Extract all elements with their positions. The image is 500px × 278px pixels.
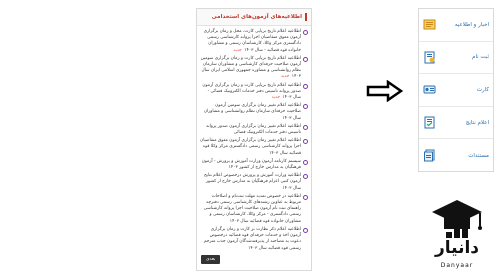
announcement-text[interactable]: سیستم کارنامه آزمون وزارت آموزش و پرورش …: [200, 159, 301, 171]
bullet-icon: [303, 104, 308, 110]
new-badge: جدید: [271, 95, 280, 101]
announcement-item[interactable]: اطلاعیه اعلام تاریخ برپایی کارت و زمان ب…: [200, 83, 308, 102]
sidebar: اخبار و اطلاعیه ثبت نام کارت اعلام نتایج مست…: [418, 8, 494, 172]
new-badge: جدید: [233, 47, 242, 53]
panel-title: اطلاعیه‌های آزمون‌های استخدامی: [211, 14, 302, 20]
bullet-icon: [303, 56, 308, 62]
announcement-text[interactable]: اطلاعیه اعلام تاریخ برپایی کارت، محل و ز…: [200, 29, 301, 54]
sidebar-item-label: مستندات: [468, 152, 489, 159]
announcement-text[interactable]: اطلاعیه اعلام تاریخ برپایی کارت و زمان ب…: [200, 56, 301, 81]
pagination: بعدی: [201, 245, 221, 264]
sidebar-item-label: کارت: [476, 86, 489, 93]
next-button[interactable]: بعدی: [201, 255, 221, 264]
announcement-item[interactable]: اطلاعیه اعلام تغییر زمان برگزاری آزمون ص…: [200, 124, 308, 136]
announcement-item[interactable]: سیستم کارنامه آزمون وزارت آموزش و پرورش …: [200, 159, 308, 171]
announcement-item[interactable]: اطلاعیه اعلام تغییر زمان برگزاری سومین آ…: [200, 103, 308, 122]
sidebar-item-label: اخبار و اطلاعیه: [454, 21, 489, 28]
panel-header: اطلاعیه‌های آزمون‌های استخدامی: [197, 9, 311, 26]
announcement-text[interactable]: اطلاعیه اعلام تاریخ برپایی کارت و زمان ب…: [200, 83, 301, 102]
results-icon: [423, 116, 436, 129]
bullet-icon: [303, 139, 308, 145]
bullet-icon: [303, 227, 308, 233]
bullet-icon: [303, 174, 308, 180]
announcements-panel: اطلاعیه‌های آزمون‌های استخدامی اطلاعیه ا…: [196, 8, 312, 271]
announcement-item[interactable]: اطلاعیه اعلام تغییر زمان برگزاری آزمون م…: [200, 138, 308, 157]
brand-logo: دانیار Danyaar: [418, 196, 496, 274]
announcement-item[interactable]: اطلاعیه وزارت آموزش و پرورش درخصوص اعلام…: [200, 173, 308, 192]
bullet-icon: [303, 83, 308, 89]
announcement-text[interactable]: اطلاعیه اعلام تغییر زمان برگزاری سومین آ…: [200, 103, 301, 122]
registration-icon: [423, 51, 436, 64]
arrow-icon: [366, 79, 404, 103]
title-marker: [305, 13, 307, 21]
sidebar-item[interactable]: کارت: [419, 74, 493, 107]
announcement-text[interactable]: اطلاعیه در خصوص تمدید مهلت ثبت‌نام و اصل…: [200, 194, 301, 225]
logo-text: دانیار: [434, 238, 480, 258]
announcement-item[interactable]: اطلاعیه اعلام تاریخ برپایی کارت و زمان ب…: [200, 56, 308, 81]
bullet-icon: [303, 159, 308, 165]
announcement-text[interactable]: اطلاعیه اعلام تغییر زمان برگزاری آزمون م…: [200, 138, 301, 157]
announcement-item[interactable]: اطلاعیه در خصوص تمدید مهلت ثبت‌نام و اصل…: [200, 194, 308, 225]
sidebar-list: اخبار و اطلاعیه ثبت نام کارت اعلام نتایج مست…: [419, 9, 493, 172]
sidebar-item-label: ثبت نام: [472, 54, 489, 61]
sidebar-item[interactable]: اعلام نتایج: [419, 107, 493, 140]
sidebar-item[interactable]: اخبار و اطلاعیه: [419, 9, 493, 42]
bullet-icon: [303, 194, 308, 200]
new-badge: جدید: [281, 74, 290, 80]
card-icon: [423, 83, 436, 96]
logo-subtext: Danyaar: [440, 262, 474, 269]
sidebar-item[interactable]: مستندات: [419, 139, 493, 172]
bullet-icon: [303, 124, 308, 130]
announcement-list: اطلاعیه اعلام تاریخ برپایی کارت، محل و ز…: [197, 26, 311, 252]
announcement-text[interactable]: اطلاعیه اعلام تغییر زمان برگزاری آزمون ص…: [200, 124, 301, 136]
bullet-icon: [303, 30, 308, 35]
sidebar-item[interactable]: ثبت نام: [419, 42, 493, 75]
sidebar-item-label: اعلام نتایج: [465, 119, 489, 126]
news-icon: [423, 18, 436, 31]
documents-icon: [423, 149, 436, 162]
announcement-item[interactable]: اطلاعیه اعلام تاریخ برپایی کارت، محل و ز…: [200, 29, 308, 54]
page: اطلاعیه‌های آزمون‌های استخدامی اطلاعیه ا…: [0, 0, 500, 277]
announcement-text[interactable]: اطلاعیه وزارت آموزش و پرورش درخصوص اعلام…: [200, 173, 301, 192]
